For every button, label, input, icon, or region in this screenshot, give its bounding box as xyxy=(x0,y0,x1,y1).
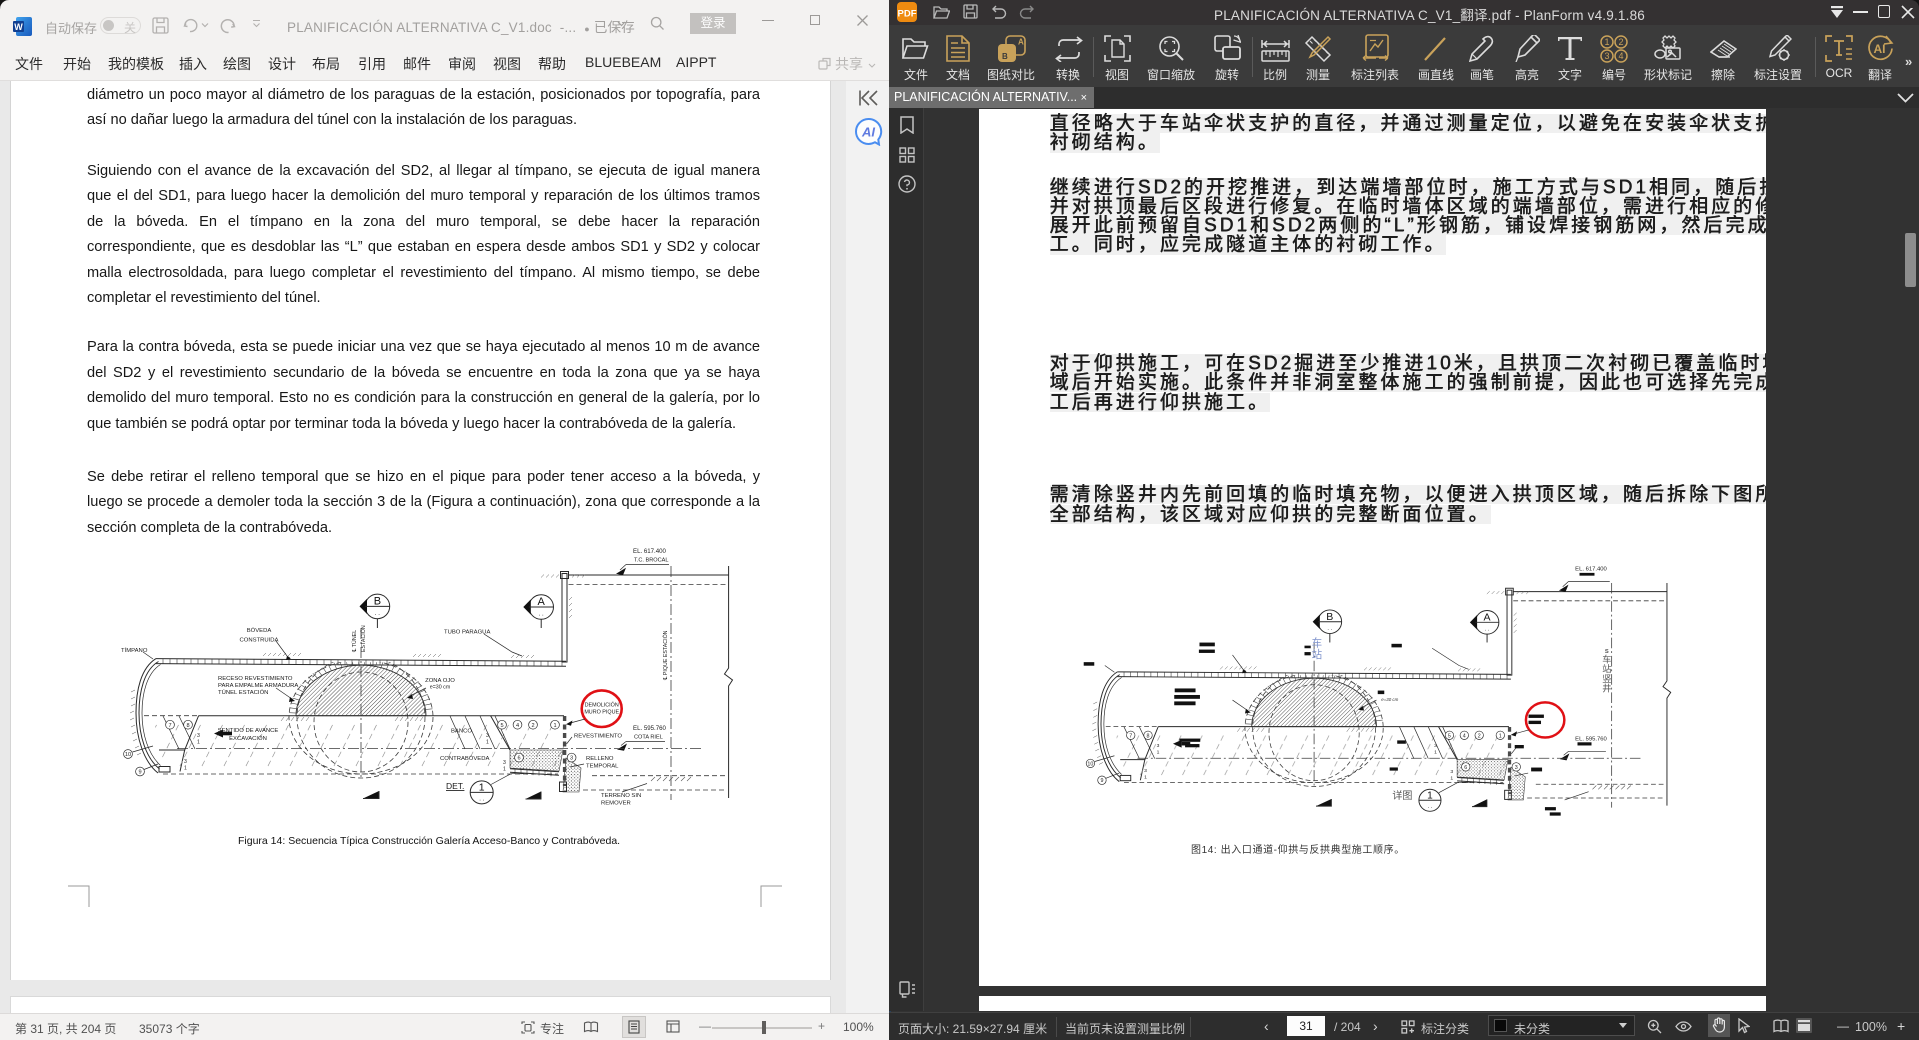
svg-text:2: 2 xyxy=(1618,37,1623,47)
svg-text:AI: AI xyxy=(1874,42,1886,56)
svg-text:车: 车 xyxy=(1602,654,1611,665)
svg-text:站: 站 xyxy=(1311,648,1322,661)
svg-text:RECESO REVESTIMIENTO: RECESO REVESTIMIENTO xyxy=(218,676,293,682)
svg-text:A: A xyxy=(1018,38,1024,47)
svg-text:井: 井 xyxy=(1602,683,1611,694)
svg-text:详图: 详图 xyxy=(1392,789,1412,802)
svg-text:AI: AI xyxy=(861,125,875,140)
svg-text:TÚNEL ESTACIÓN: TÚNEL ESTACIÓN xyxy=(218,689,268,696)
svg-text:BÓVEDA: BÓVEDA xyxy=(247,627,272,634)
svg-text:T.C. BROCAL: T.C. BROCAL xyxy=(634,558,669,564)
svg-text:竖: 竖 xyxy=(1602,674,1611,684)
svg-text:℄ TÚNEL: ℄ TÚNEL xyxy=(351,630,358,653)
svg-text:PDF: PDF xyxy=(898,9,917,20)
svg-text:EXCAVACIÓN: EXCAVACIÓN xyxy=(229,735,267,742)
svg-text:车: 车 xyxy=(1311,637,1322,650)
svg-text:TERRENO SIN: TERRENO SIN xyxy=(601,793,641,799)
svg-text:W: W xyxy=(14,22,23,32)
svg-text:REVESTIMIENTO: REVESTIMIENTO xyxy=(574,734,622,740)
svg-text:BANCO: BANCO xyxy=(451,729,472,735)
svg-text:CONSTRUIDA: CONSTRUIDA xyxy=(240,638,279,644)
svg-text:ESTACIÓN: ESTACIÓN xyxy=(360,625,367,652)
svg-text:TUBO PARAGUA: TUBO PARAGUA xyxy=(444,630,490,636)
svg-text:PARA EMPALME ARMADURA: PARA EMPALME ARMADURA xyxy=(218,683,298,689)
svg-text:℄ PIQUE ESTACIÓN: ℄ PIQUE ESTACIÓN xyxy=(662,630,669,681)
svg-text:CONTRABÓVEDA: CONTRABÓVEDA xyxy=(440,755,489,762)
svg-text:TÍMPANO: TÍMPANO xyxy=(121,647,148,654)
svg-text:SENTIDO DE AVANCE: SENTIDO DE AVANCE xyxy=(218,728,279,734)
svg-text:4: 4 xyxy=(1618,51,1623,61)
svg-text:3: 3 xyxy=(1604,51,1609,61)
svg-text:DET.: DET. xyxy=(446,781,464,791)
svg-text:e=30 cm: e=30 cm xyxy=(1381,697,1398,702)
svg-text:1: 1 xyxy=(1604,37,1609,47)
svg-text:RELLENO: RELLENO xyxy=(586,756,614,762)
svg-text:TEMPORAL: TEMPORAL xyxy=(586,764,619,770)
svg-text:REMOVER: REMOVER xyxy=(601,801,631,807)
svg-text:ZONA OJO: ZONA OJO xyxy=(425,678,455,684)
svg-text:站: 站 xyxy=(1602,664,1611,675)
svg-text:e=30 cm: e=30 cm xyxy=(430,685,451,691)
svg-text:DEMOLICIÓN: DEMOLICIÓN xyxy=(585,702,619,709)
svg-text:B: B xyxy=(1002,52,1008,61)
svg-text:COTA RIEL: COTA RIEL xyxy=(634,735,663,741)
svg-text:MURO PIQUE: MURO PIQUE xyxy=(584,710,619,716)
